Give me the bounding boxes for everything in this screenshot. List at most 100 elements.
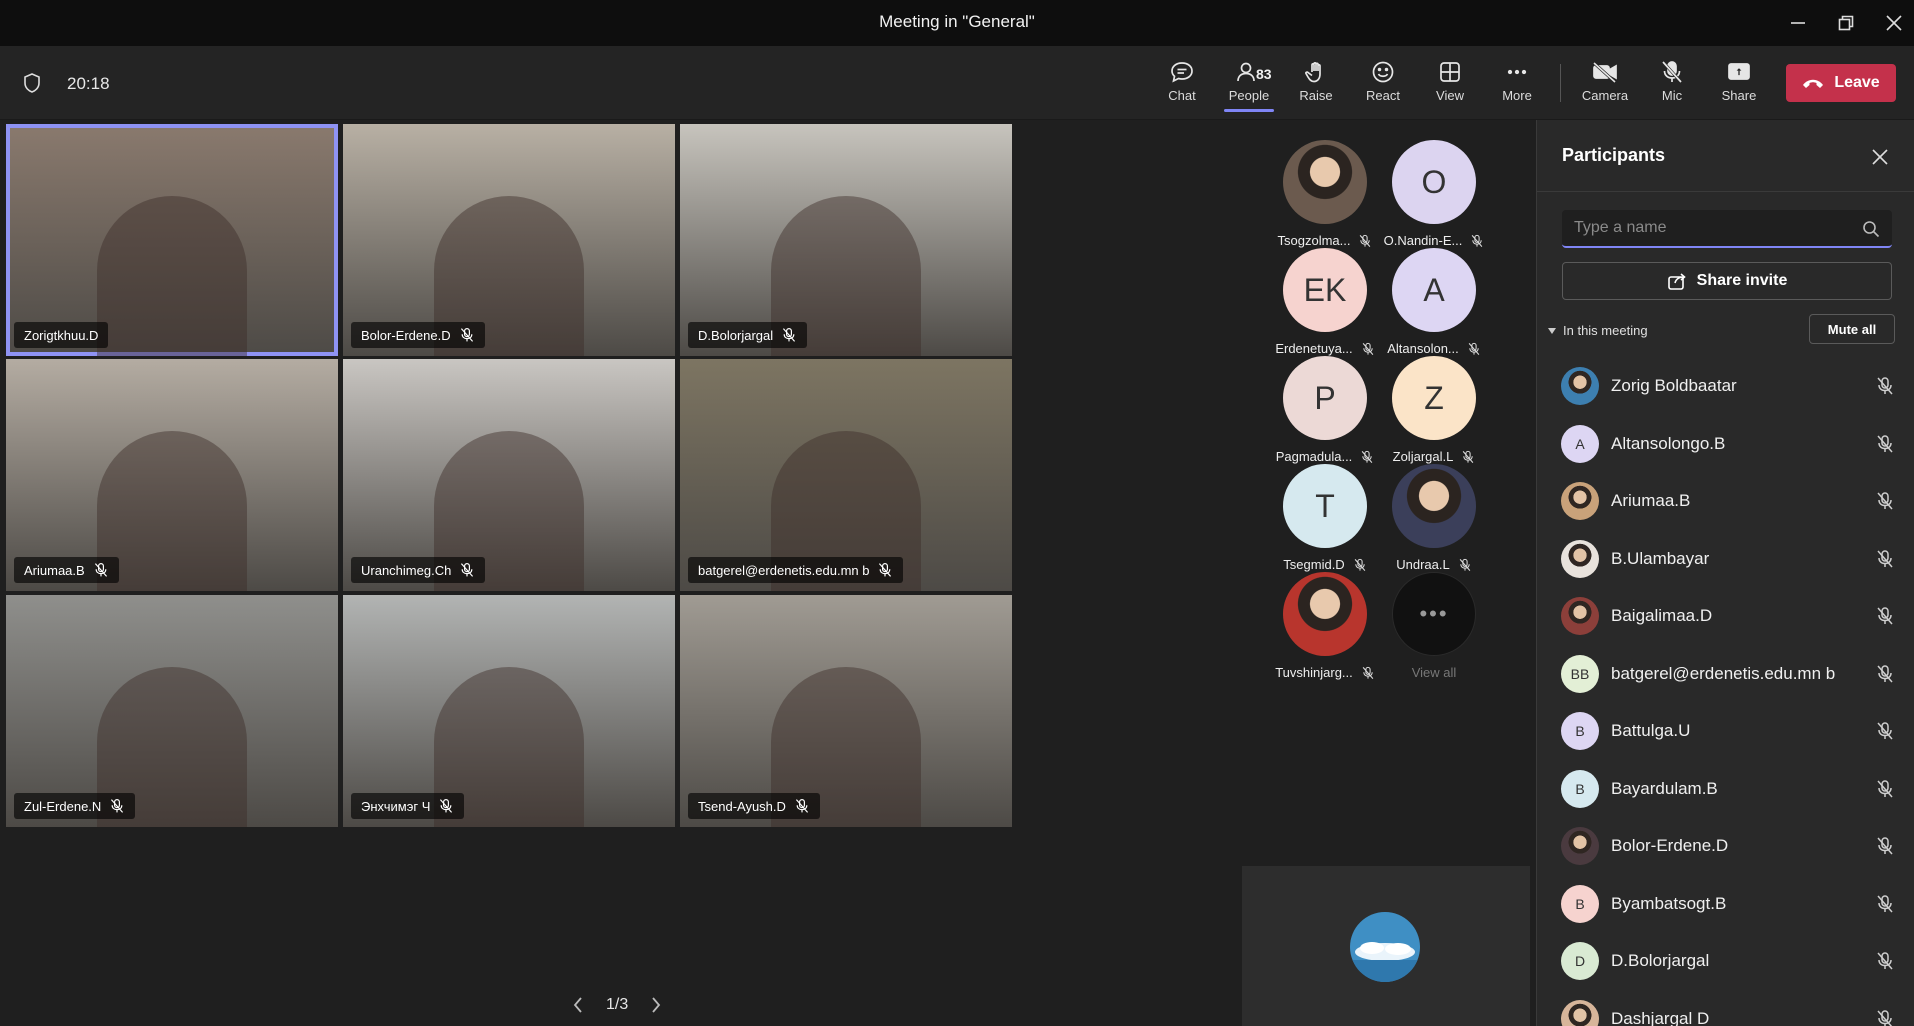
avatar-initials: B: [1561, 712, 1599, 750]
video-tile[interactable]: Ariumaa.B: [6, 359, 338, 591]
video-participant-name: Tsend-Ayush.D: [698, 798, 786, 814]
self-avatar: [1350, 912, 1420, 982]
avatar-photo: [1561, 999, 1599, 1026]
restore-icon: [1838, 15, 1854, 31]
video-name-tag: Zorigtkhuu.D: [14, 322, 109, 348]
video-tile[interactable]: Tsend-Ayush.D: [680, 595, 1012, 827]
mic-off-icon: [1468, 342, 1480, 355]
minimize-icon: [1791, 22, 1805, 24]
participant-row[interactable]: Bolor-Erdene.D: [1537, 818, 1914, 874]
share-button[interactable]: Share: [1708, 54, 1770, 112]
avatar-photo: [1561, 827, 1599, 865]
react-label: React: [1366, 88, 1400, 103]
search-input[interactable]: [1574, 210, 1844, 246]
gallery-participant[interactable]: Z Zoljargal.L: [1369, 356, 1499, 476]
avatar-photo: [1283, 140, 1367, 224]
search-icon[interactable]: [1862, 220, 1880, 238]
avatar-initials: D: [1561, 942, 1599, 980]
avatar-initials: EK: [1283, 248, 1367, 332]
mic-off-icon: [1877, 1009, 1893, 1026]
mic-button[interactable]: Mic: [1641, 54, 1703, 112]
avatar-initials: B: [1561, 884, 1599, 923]
chevron-left-icon[interactable]: [572, 996, 584, 1014]
share-icon: [1667, 273, 1686, 290]
gallery-name-row: Tuvshinjarg...: [1275, 665, 1375, 680]
mic-off-icon: [111, 799, 124, 813]
share-invite-button[interactable]: Share invite: [1562, 262, 1892, 300]
participant-row[interactable]: A Altansolongo.B: [1537, 416, 1914, 472]
video-tile[interactable]: batgerel@erdenetis.edu.mn b: [680, 359, 1012, 591]
gallery-participant-name: Tsegmid.D: [1283, 557, 1345, 572]
gallery-participant-name: O.Nandin-E...: [1383, 233, 1463, 248]
video-participant-name: D.Bolorjargal: [698, 327, 774, 343]
meeting-timer: 20:18: [67, 74, 110, 93]
chat-button[interactable]: Chat: [1151, 54, 1213, 112]
participant-row[interactable]: Ariumaa.B: [1537, 473, 1914, 529]
participant-row[interactable]: BB batgerel@erdenetis.edu.mn b: [1537, 646, 1914, 702]
participant-row[interactable]: B Battulga.U: [1537, 703, 1914, 759]
gallery-name-row: O.Nandin-E...: [1384, 233, 1485, 248]
participant-gallery: Tsogzolma... O O.Nandin-E... EK Erdenetuya..…: [1242, 124, 1530, 864]
participant-row[interactable]: D D.Bolorjargal: [1537, 933, 1914, 989]
chevron-right-icon[interactable]: [650, 996, 662, 1014]
video-tile[interactable]: Энхчимэг Ч: [343, 595, 675, 827]
avatar-photo: [1283, 572, 1367, 656]
video-name-tag: Энхчимэг Ч: [351, 793, 465, 819]
hand-icon: [1305, 62, 1321, 83]
gallery-name-row: Altansolon...: [1387, 341, 1481, 356]
react-button[interactable]: React: [1352, 54, 1414, 112]
gallery-participant-name: Pagmadula...: [1275, 449, 1353, 464]
gallery-participant[interactable]: O O.Nandin-E...: [1369, 140, 1499, 260]
gallery-participant-name: Tsogzolma...: [1277, 233, 1351, 248]
gallery-name-row: Pagmadula...: [1276, 449, 1375, 464]
video-tile[interactable]: Zul-Erdene.N: [6, 595, 338, 827]
mute-all-button[interactable]: Mute all: [1809, 314, 1895, 344]
video-tile[interactable]: Bolor-Erdene.D: [343, 124, 675, 356]
video-tile[interactable]: Zorigtkhuu.D: [6, 124, 338, 356]
mic-off-icon: [1463, 450, 1474, 463]
gallery-participant[interactable]: Undraa.L: [1369, 464, 1499, 584]
mic-off-icon: [795, 799, 808, 813]
gallery-participant[interactable]: A Altansolon...: [1369, 248, 1499, 368]
share-tray-icon: [1728, 63, 1750, 80]
in-this-meeting-toggle[interactable]: In this meeting: [1547, 323, 1648, 338]
leave-label: Leave: [1834, 74, 1880, 91]
minimize-button[interactable]: [1778, 8, 1818, 38]
view-all-button[interactable]: ••• View all: [1369, 572, 1499, 692]
participant-row[interactable]: Baigalimaa.D: [1537, 588, 1914, 644]
mic-off-icon: [1877, 377, 1893, 395]
participant-row[interactable]: Dashjargal D: [1537, 991, 1914, 1026]
page-indicator: 1/3: [606, 996, 629, 1013]
participant-name: D.Bolorjargal: [1611, 951, 1710, 970]
avatar-initials: A: [1392, 248, 1476, 332]
close-panel-button[interactable]: [1867, 144, 1893, 170]
video-participant-name: Uranchimeg.Ch: [361, 562, 452, 578]
video-tile[interactable]: D.Bolorjargal: [680, 124, 1012, 356]
participant-row[interactable]: B Byambatsogt.B: [1537, 876, 1914, 932]
gallery-name-row: Tsegmid.D: [1283, 557, 1366, 572]
panel-title: Participants: [1562, 145, 1666, 165]
leave-button[interactable]: Leave: [1786, 64, 1896, 102]
caret-down-icon: [1548, 327, 1556, 334]
video-participant-name: Ariumaa.B: [24, 562, 85, 578]
video-tile[interactable]: Uranchimeg.Ch: [343, 359, 675, 591]
participant-row[interactable]: B Bayardulam.B: [1537, 761, 1914, 817]
people-label: People: [1228, 88, 1270, 103]
more-button[interactable]: More: [1486, 54, 1548, 112]
video-name-tag: Uranchimeg.Ch: [351, 557, 486, 583]
participant-row[interactable]: Zorig Boldbaatar: [1537, 358, 1914, 414]
people-count: 83: [1256, 66, 1272, 82]
chat-label: Chat: [1168, 88, 1196, 103]
avatar-initials: A: [1561, 424, 1599, 463]
close-window-button[interactable]: [1874, 8, 1914, 38]
camera-button[interactable]: Camera: [1574, 54, 1636, 112]
view-button[interactable]: View: [1419, 54, 1481, 112]
mic-off-icon: [1472, 234, 1483, 247]
video-name-tag: batgerel@erdenetis.edu.mn b: [688, 557, 904, 583]
mic-off-icon: [783, 328, 796, 342]
ellipsis-icon: [1507, 69, 1527, 75]
people-button[interactable]: 83 People: [1218, 54, 1280, 112]
maximize-button[interactable]: [1826, 8, 1866, 38]
raise-hand-button[interactable]: Raise: [1285, 54, 1347, 112]
participant-row[interactable]: B.Ulambayar: [1537, 531, 1914, 587]
